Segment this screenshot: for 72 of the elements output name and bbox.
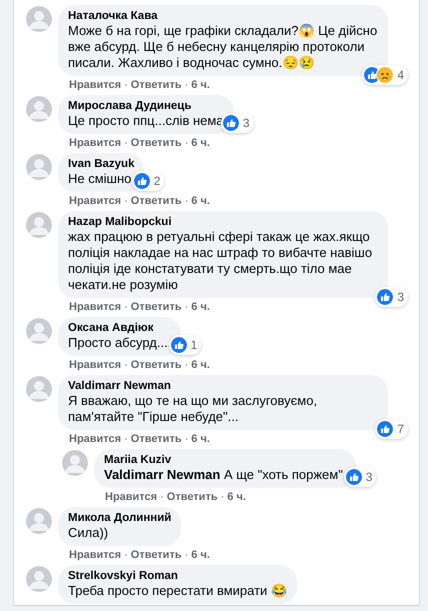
reaction-badge[interactable]: 4 bbox=[362, 65, 408, 85]
author-name[interactable]: Ivan Bazyuk bbox=[68, 157, 134, 171]
separator-dot: · bbox=[184, 136, 188, 151]
action-link[interactable]: Ответить bbox=[130, 358, 182, 373]
separator-dot: · bbox=[160, 490, 164, 505]
timestamp[interactable]: 6 ч. bbox=[191, 548, 210, 563]
comment-text: Сила)) bbox=[68, 525, 110, 541]
separator-dot: · bbox=[124, 548, 128, 563]
timestamp[interactable]: 6 ч. bbox=[191, 300, 210, 315]
avatar-icon[interactable] bbox=[26, 6, 52, 32]
separator-dot: · bbox=[124, 136, 128, 151]
author-name[interactable]: Strelkovskyi Roman bbox=[68, 569, 287, 583]
author-name[interactable]: Наталочка Кава bbox=[68, 9, 378, 23]
avatar-icon[interactable] bbox=[26, 96, 52, 122]
author-name[interactable]: Valdimarr Newman bbox=[68, 379, 378, 393]
action-link[interactable]: Нравится bbox=[69, 136, 122, 151]
reaction-badge[interactable]: 1 bbox=[168, 335, 202, 355]
separator-dot: · bbox=[124, 78, 128, 93]
action-link[interactable]: Нравится bbox=[105, 490, 158, 505]
timestamp[interactable]: 6 ч. bbox=[191, 194, 210, 209]
reaction-badge[interactable]: 3 bbox=[220, 113, 254, 133]
avatar-icon[interactable] bbox=[26, 212, 52, 238]
separator-dot: · bbox=[124, 358, 128, 373]
comment-text: Не смішно bbox=[68, 171, 132, 187]
action-link[interactable]: Нравится bbox=[69, 358, 122, 373]
separator-dot: · bbox=[184, 300, 188, 315]
avatar-icon[interactable] bbox=[26, 566, 52, 592]
timestamp[interactable]: 6 ч. bbox=[191, 358, 210, 373]
timestamp[interactable]: 6 ч. bbox=[191, 136, 210, 151]
separator-dot: · bbox=[184, 358, 188, 373]
comment-text: Я вважаю, що те на що ми заслуговуємо, пам'ятайте "Гірше небуде"... bbox=[68, 393, 318, 425]
avatar-icon[interactable] bbox=[62, 450, 88, 476]
action-link[interactable]: Ответить bbox=[130, 300, 182, 315]
separator-dot: · bbox=[184, 194, 188, 209]
action-link[interactable]: Ответить bbox=[130, 136, 182, 151]
action-link[interactable]: Нравится bbox=[69, 300, 122, 315]
reaction-badge[interactable]: 3 bbox=[375, 287, 408, 307]
avatar-icon[interactable] bbox=[26, 154, 52, 180]
comment-text: жах працюю в ретуальні сфері такаж це жах.якщо поліція накладае на нас штраф то вибачте навішо поліція іде констатувати ту смерть.що тіло мае чекати.не розумію bbox=[68, 229, 374, 293]
action-link[interactable]: Нравится bbox=[69, 78, 122, 93]
author-name[interactable]: Hazap Malibopckui bbox=[68, 215, 378, 229]
separator-dot: · bbox=[124, 300, 128, 315]
action-link[interactable]: Нравится bbox=[69, 548, 122, 563]
timestamp[interactable]: 6 ч. bbox=[191, 78, 210, 93]
reaction-badge[interactable]: 2 bbox=[132, 171, 164, 191]
author-name[interactable]: Микола Долинний bbox=[68, 511, 172, 525]
author-name[interactable]: Мирослава Дудинець bbox=[68, 99, 224, 113]
action-link[interactable]: Ответить bbox=[130, 548, 182, 563]
separator-dot: · bbox=[184, 432, 188, 447]
reaction-badge[interactable]: 7 bbox=[375, 419, 408, 439]
action-link[interactable]: Ответить bbox=[166, 490, 218, 505]
reaction-badge[interactable]: 3 bbox=[344, 467, 376, 487]
separator-dot: · bbox=[184, 78, 188, 93]
action-link[interactable]: Ответить bbox=[130, 432, 182, 447]
action-link[interactable]: Нравится bbox=[69, 432, 122, 447]
separator-dot: · bbox=[184, 548, 188, 563]
comment-text: Просто абсурд.... bbox=[68, 335, 172, 351]
comment-text: Треба просто перестати вмирати 😂 bbox=[68, 583, 287, 599]
avatar-icon[interactable] bbox=[26, 508, 52, 534]
timestamp[interactable]: 6 ч. bbox=[191, 432, 210, 447]
action-link[interactable]: Ответить bbox=[130, 78, 182, 93]
action-link[interactable]: Ответить bbox=[130, 194, 182, 209]
author-name[interactable]: Оксана Авдіюк bbox=[68, 321, 172, 335]
timestamp[interactable]: 6 ч. bbox=[227, 490, 246, 505]
author-name[interactable]: Mariia Kuziv bbox=[104, 453, 346, 467]
comment-text: Valdimarr Newman А ще "хоть поржем". bbox=[104, 467, 346, 483]
action-link[interactable]: Нравится bbox=[69, 194, 122, 209]
separator-dot: · bbox=[124, 432, 128, 447]
avatar-icon[interactable] bbox=[26, 376, 52, 402]
separator-dot: · bbox=[220, 490, 224, 505]
separator-dot: · bbox=[124, 194, 128, 209]
avatar-icon[interactable] bbox=[26, 318, 52, 344]
